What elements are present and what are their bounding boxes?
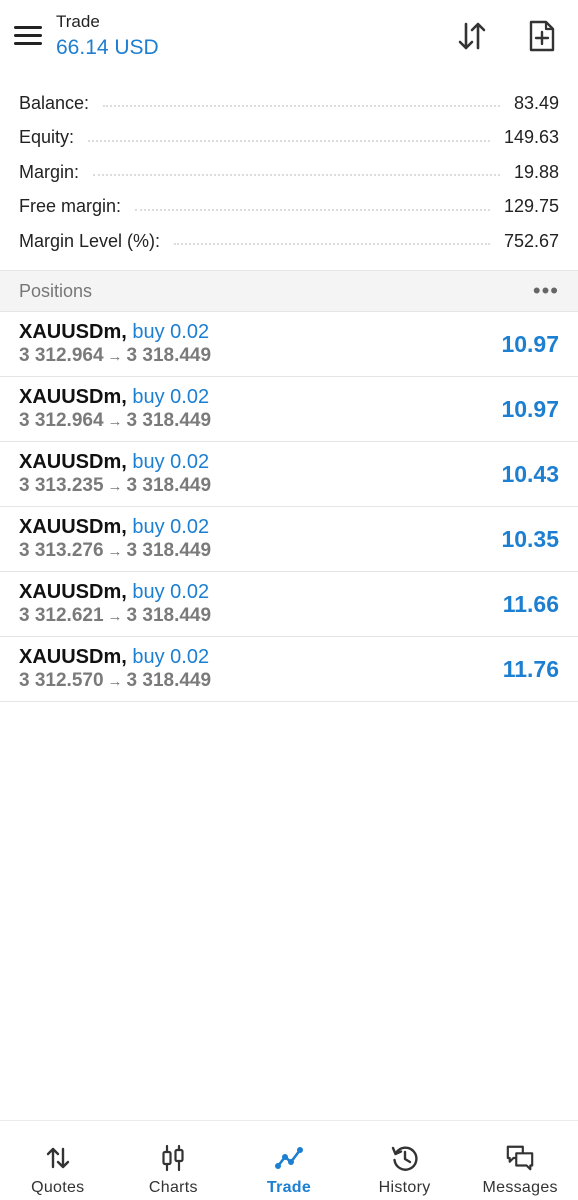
summary-label: Equity: — [19, 127, 75, 148]
position-direction: buy 0.02 — [132, 321, 210, 343]
nav-label: Trade — [266, 1179, 312, 1196]
history-icon — [390, 1143, 420, 1173]
position-symbol: XAUUSDm, — [19, 321, 127, 343]
equity-subtitle: 66.14 USD — [56, 36, 159, 59]
summary-value: 83.49 — [513, 92, 559, 113]
positions-header: Positions ••• — [0, 270, 578, 312]
arrow-right-icon: → — [107, 413, 123, 430]
summary-label: Margin: — [19, 161, 80, 182]
summary-row-free-margin: Free margin: 129.75 — [0, 190, 578, 225]
position-symbol: XAUUSDm, — [19, 386, 127, 408]
position-direction: buy 0.02 — [132, 516, 210, 538]
summary-row-margin-level: Margin Level (%): 752.67 — [0, 224, 578, 259]
dotted-leader — [88, 139, 490, 142]
messages-icon — [505, 1143, 535, 1173]
more-options-icon[interactable]: ••• — [533, 280, 559, 302]
nav-item-trade[interactable]: Trade — [231, 1121, 347, 1200]
summary-value: 752.67 — [503, 230, 559, 251]
position-row[interactable]: XAUUSDm, buy 0.02 3 312.964 → 3 318.449 10… — [0, 312, 578, 377]
menu-icon[interactable] — [14, 26, 42, 46]
current-price: 3 318.449 — [126, 410, 212, 431]
current-price: 3 318.449 — [126, 670, 212, 691]
arrow-right-icon: → — [107, 478, 123, 495]
new-order-icon[interactable] — [524, 18, 560, 54]
arrow-right-icon: → — [107, 608, 123, 625]
position-profit: 10.97 — [501, 331, 559, 357]
summary-value: 129.75 — [503, 196, 559, 217]
trade-icon — [274, 1143, 304, 1173]
position-profit: 10.97 — [501, 396, 559, 422]
account-summary: Balance: 83.49 Equity: 149.63 Margin: 19… — [0, 86, 578, 259]
position-row[interactable]: XAUUSDm, buy 0.02 3 313.235 → 3 318.449 10… — [0, 442, 578, 507]
dotted-leader — [103, 105, 500, 108]
nav-label: Quotes — [31, 1179, 85, 1196]
open-price: 3 312.964 — [19, 345, 104, 366]
position-symbol: XAUUSDm, — [19, 516, 127, 538]
sort-icon[interactable] — [454, 18, 490, 54]
nav-item-quotes[interactable]: Quotes — [0, 1121, 116, 1200]
position-symbol: XAUUSDm, — [19, 581, 127, 603]
summary-label: Balance: — [19, 92, 90, 113]
dotted-leader — [93, 174, 500, 177]
position-direction: buy 0.02 — [132, 386, 210, 408]
position-symbol: XAUUSDm, — [19, 646, 127, 668]
position-profit: 10.35 — [501, 526, 559, 552]
nav-item-history[interactable]: History — [347, 1121, 463, 1200]
position-row[interactable]: XAUUSDm, buy 0.02 3 312.621 → 3 318.449 11… — [0, 572, 578, 637]
summary-value: 149.63 — [503, 127, 559, 148]
arrow-right-icon: → — [107, 348, 123, 365]
open-price: 3 312.570 — [19, 670, 104, 691]
current-price: 3 318.449 — [126, 605, 212, 626]
quotes-icon — [43, 1143, 73, 1173]
current-price: 3 318.449 — [126, 540, 212, 561]
nav-item-charts[interactable]: Charts — [116, 1121, 232, 1200]
summary-value: 19.88 — [513, 161, 559, 182]
nav-label: Charts — [148, 1179, 198, 1196]
open-price: 3 313.276 — [19, 540, 104, 561]
position-direction: buy 0.02 — [132, 451, 210, 473]
position-direction: buy 0.02 — [132, 581, 210, 603]
position-profit: 11.66 — [502, 591, 559, 617]
position-row[interactable]: XAUUSDm, buy 0.02 3 313.276 → 3 318.449 10… — [0, 507, 578, 572]
dotted-leader — [135, 208, 490, 211]
position-profit: 10.43 — [501, 461, 559, 487]
position-direction: buy 0.02 — [132, 646, 210, 668]
nav-item-messages[interactable]: Messages — [462, 1121, 578, 1200]
open-price: 3 312.621 — [19, 605, 104, 626]
arrow-right-icon: → — [107, 673, 123, 690]
dotted-leader — [174, 243, 490, 246]
nav-label: History — [378, 1179, 431, 1196]
positions-list: XAUUSDm, buy 0.02 3 312.964 → 3 318.449 10… — [0, 312, 578, 702]
summary-row-equity: Equity: 149.63 — [0, 121, 578, 156]
position-profit: 11.76 — [502, 656, 559, 682]
position-row[interactable]: XAUUSDm, buy 0.02 3 312.964 → 3 318.449 10… — [0, 377, 578, 442]
bottom-nav: Quotes Charts Trade History Messages — [0, 1120, 578, 1200]
current-price: 3 318.449 — [126, 475, 212, 496]
current-price: 3 318.449 — [126, 345, 212, 366]
arrow-right-icon: → — [107, 543, 123, 560]
page-title: Trade — [56, 12, 100, 31]
nav-label: Messages — [482, 1179, 558, 1196]
position-row[interactable]: XAUUSDm, buy 0.02 3 312.570 → 3 318.449 11… — [0, 637, 578, 702]
positions-title: Positions — [19, 280, 93, 301]
summary-row-balance: Balance: 83.49 — [0, 86, 578, 121]
summary-label: Margin Level (%): — [19, 230, 161, 251]
summary-row-margin: Margin: 19.88 — [0, 155, 578, 190]
position-symbol: XAUUSDm, — [19, 451, 127, 473]
app-header: Trade 66.14 USD — [0, 0, 578, 80]
open-price: 3 312.964 — [19, 410, 104, 431]
open-price: 3 313.235 — [19, 475, 104, 496]
summary-label: Free margin: — [19, 196, 122, 217]
charts-icon — [158, 1143, 188, 1173]
